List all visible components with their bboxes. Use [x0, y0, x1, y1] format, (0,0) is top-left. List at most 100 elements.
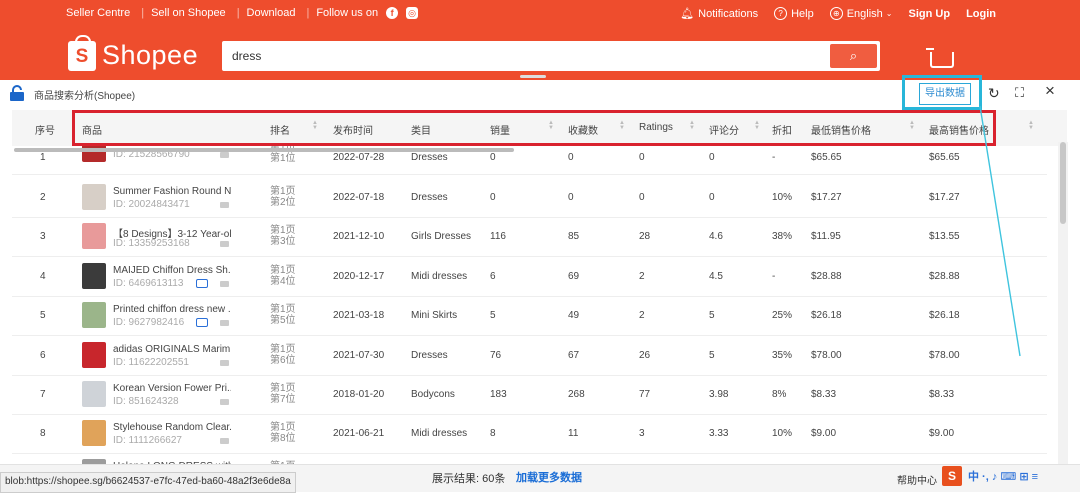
help-center-link[interactable]: 帮助中心	[897, 472, 937, 487]
video-icon[interactable]	[196, 279, 208, 288]
cell-disc: -	[772, 152, 776, 163]
ime-toolbar[interactable]: S 中 ·, ♪ ⌨ ⊞ ≡	[942, 466, 1038, 486]
cell-sales: 5	[490, 310, 496, 321]
cell-sales: 0	[490, 152, 496, 163]
product-thumbnail[interactable]	[82, 184, 106, 210]
rank-page: 第1页	[270, 265, 296, 276]
cell-ratings: 0	[639, 152, 645, 163]
cell-sales: 183	[490, 389, 507, 400]
cell-ratings: 0	[639, 192, 645, 203]
load-more-link[interactable]: 加载更多数据	[516, 469, 582, 485]
cell-sales: 76	[490, 350, 502, 361]
cell-min: $9.00	[811, 428, 837, 439]
instagram-icon[interactable]: ◎	[406, 7, 419, 19]
rank-position: 第6位	[270, 355, 296, 366]
rank-cell: 第1页 第5位	[270, 304, 296, 326]
image-icon[interactable]	[220, 320, 229, 326]
notifications-link[interactable]: 🔔︎ Notifications	[680, 7, 758, 21]
image-icon[interactable]	[220, 241, 229, 247]
product-thumbnail[interactable]	[82, 263, 106, 289]
search-input[interactable]: dress	[232, 49, 261, 63]
cell-disc: 10%	[772, 192, 793, 203]
image-icon[interactable]	[220, 438, 229, 444]
table-row[interactable]: 6 2021-07-30 Dresses 76 67 26 5 35% $78.00 $78.00…	[12, 336, 1047, 376]
cell-min: $11.95	[811, 231, 841, 242]
facebook-icon[interactable]: f	[386, 7, 399, 19]
download-link[interactable]: Download	[247, 7, 296, 19]
cell-idx: 7	[40, 389, 46, 400]
cell-idx: 1	[40, 152, 46, 163]
cart-icon[interactable]	[926, 48, 954, 68]
table-row[interactable]: 2 2022-07-18 Dresses 0 0 0 0 10% $17.27 $17.27 Sum…	[12, 178, 1047, 218]
image-icon[interactable]	[220, 202, 229, 208]
chevron-down-icon: ⌄	[885, 9, 893, 18]
rank-position: 第2位	[270, 197, 296, 208]
product-name-link[interactable]: Korean Version Fower Pri...	[113, 383, 231, 394]
table-row[interactable]: 4 2020-12-17 Midi dresses 6 69 2 4.5- $28.88 $28…	[12, 257, 1047, 297]
cell-score: 0	[709, 192, 715, 203]
cell-date: 2018-01-20	[333, 389, 385, 400]
rank-cell: 第1页 第3位	[270, 225, 296, 247]
product-name-link[interactable]: MAIJED Chiffon Dress Sh...	[113, 265, 231, 276]
product-id: ID: 11622202551	[113, 357, 189, 368]
panel-title: 商品搜索分析(Shopee)	[34, 91, 136, 102]
rank-page: 第1页	[270, 225, 296, 236]
product-thumbnail[interactable]	[82, 223, 106, 249]
product-id: ID: 13359253168	[113, 238, 190, 249]
rank-page: 第1页	[270, 304, 296, 315]
rank-position: 第4位	[270, 276, 296, 287]
product-name-link[interactable]: Stylehouse Random Clear...	[113, 422, 231, 433]
video-icon[interactable]	[196, 318, 208, 327]
rank-cell: 第1页 第2位	[270, 186, 296, 208]
seller-centre-link[interactable]: Seller Centre	[66, 7, 130, 19]
shopee-logo[interactable]: S Shopee	[68, 34, 198, 71]
search-icon: ⌕	[849, 48, 858, 63]
image-icon[interactable]	[220, 152, 229, 158]
image-icon[interactable]	[220, 281, 229, 287]
annotation-arrow-line	[979, 105, 1021, 357]
signup-link[interactable]: Sign Up	[909, 8, 951, 20]
ime-logo-icon[interactable]: S	[942, 466, 962, 486]
help-link[interactable]: ? Help	[774, 7, 814, 20]
product-name-link[interactable]: adidas ORIGINALS Marim...	[113, 344, 231, 355]
product-thumbnail[interactable]	[82, 381, 106, 407]
col-index: 序号	[35, 126, 55, 137]
horizontal-scrollbar[interactable]	[14, 148, 514, 152]
table-row[interactable]: 7 2018-01-20 Bodycons 183 268 77 3.98 8% $8.33 $8…	[12, 375, 1047, 415]
cell-disc: 10%	[772, 428, 793, 439]
cell-max: $9.00	[929, 428, 955, 439]
drag-handle[interactable]	[520, 75, 546, 78]
rank-page: 第1页	[270, 422, 296, 433]
vertical-scrollbar[interactable]	[1060, 142, 1066, 224]
ime-icons[interactable]: 中 ·, ♪ ⌨ ⊞ ≡	[968, 468, 1038, 484]
search-bar[interactable]: dress ⌕	[222, 41, 880, 71]
product-thumbnail[interactable]	[82, 420, 106, 446]
table-row[interactable]: 5 2021-03-18 Mini Skirts 5 49 2 5 25% $26.18 $26.…	[12, 296, 1047, 336]
cell-cat: Bodycons	[411, 389, 455, 400]
cell-cat: Dresses	[411, 192, 448, 203]
cell-idx: 3	[40, 231, 46, 242]
product-name-link[interactable]: Summer Fashion Round N...	[113, 186, 231, 197]
cell-disc: -	[772, 271, 776, 282]
search-button[interactable]: ⌕	[830, 44, 877, 68]
analysis-panel: 商品搜索分析(Shopee) 导出数据 ↻ ⛶ × 序号 商品 排名 ▲ ▼ 发布…	[0, 75, 1080, 491]
table-row[interactable]: 8 2021-06-21 Midi dresses 8 11 3 3.33 10% $9.00 $…	[12, 414, 1047, 454]
cell-disc: 25%	[772, 310, 793, 321]
login-link[interactable]: Login	[966, 8, 996, 20]
product-name-link[interactable]: Printed chiffon dress new ...	[113, 304, 231, 315]
table-row[interactable]: 1 2022-07-28 Dresses 0 0 0 0- $65.65 $65.65 ID: 2…	[12, 146, 1047, 175]
cell-ratings: 26	[639, 350, 651, 361]
rank-cell: 第1页 第4位	[270, 265, 296, 287]
sell-on-shopee-link[interactable]: Sell on Shopee	[151, 7, 226, 19]
language-selector[interactable]: ⊕ English ⌄	[829, 7, 893, 20]
cell-ratings: 28	[639, 231, 651, 242]
product-thumbnail[interactable]	[82, 302, 106, 328]
cell-date: 2021-07-30	[333, 350, 385, 361]
image-icon[interactable]	[220, 399, 229, 405]
rank-position: 第5位	[270, 315, 296, 326]
table-row[interactable]: 3 2021-12-10 Girls Dresses 116 85 28 4.6 38% $11…	[12, 217, 1047, 257]
close-icon[interactable]: ×	[1045, 81, 1055, 101]
image-icon[interactable]	[220, 360, 229, 366]
bell-icon: 🔔︎	[680, 8, 695, 20]
product-thumbnail[interactable]	[82, 342, 106, 368]
